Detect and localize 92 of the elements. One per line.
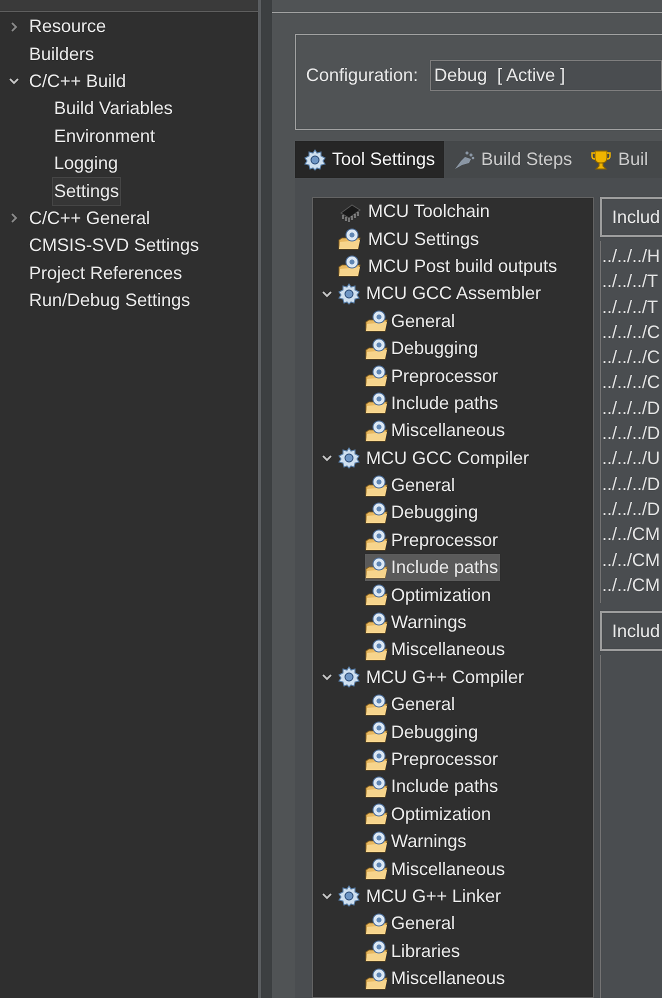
tree-item[interactable]: Debugging: [365, 335, 480, 362]
folder-gear-icon: [365, 748, 389, 770]
configuration-dropdown[interactable]: Debug [ Active ]: [430, 60, 662, 90]
tree-item[interactable]: MCU Toolchain: [367, 198, 491, 226]
folder-gear-icon: [365, 694, 389, 716]
sidebar-item[interactable]: Logging: [52, 149, 120, 178]
tree-item[interactable]: MCU Settings: [367, 226, 480, 253]
folder-gear-icon: [365, 502, 389, 524]
include-path[interactable]: ../../../D: [601, 420, 662, 446]
include-path[interactable]: ../../../D: [601, 470, 662, 496]
sidebar-item[interactable]: C/C++ General: [28, 204, 152, 232]
tree-item[interactable]: Warnings: [365, 609, 468, 636]
folder-gear-icon: [365, 556, 389, 579]
gear-icon: [338, 666, 360, 688]
trophy-icon: [590, 148, 612, 170]
configuration-label: Configuration:: [306, 64, 418, 87]
tree-item[interactable]: Include paths: [365, 390, 500, 417]
folder-gear-icon: [365, 912, 389, 935]
include-path[interactable]: ../../../D: [601, 496, 662, 522]
sidebar-item[interactable]: Builders: [28, 40, 96, 68]
tab[interactable]: Build Steps: [444, 141, 582, 178]
tree-item[interactable]: General: [365, 308, 458, 335]
folder-gear-icon: [365, 474, 389, 497]
include-paths-header: Includ: [600, 197, 662, 237]
sidebar-item[interactable]: C/C++ Build: [28, 68, 128, 95]
tree-item[interactable]: MCU G++ Linker: [365, 882, 502, 910]
folder-gear-icon: [338, 228, 362, 250]
folder-gear-icon: [365, 858, 389, 880]
tree-item[interactable]: Preprocessor: [365, 746, 500, 773]
tree-item[interactable]: Debugging: [365, 499, 480, 526]
folder-gear-icon: [365, 310, 389, 332]
folder-gear-icon: [365, 365, 389, 388]
gear-icon: [338, 447, 360, 470]
include-files-header: Includ: [600, 611, 662, 651]
folder-gear-icon: [365, 638, 389, 661]
folder-gear-icon: [365, 612, 389, 634]
gear-icon: [304, 148, 326, 170]
tree-item[interactable]: MCU GCC Compiler: [365, 444, 530, 472]
gear-icon: [338, 885, 360, 908]
include-path[interactable]: ../../../D: [601, 394, 662, 420]
tree-item[interactable]: MCU Post build outputs: [367, 252, 558, 280]
include-path[interactable]: ../../CM: [601, 521, 662, 547]
include-path[interactable]: ../../../C: [601, 318, 662, 344]
folder-gear-icon: [365, 420, 389, 442]
folder-gear-icon: [365, 721, 389, 744]
folder-gear-icon: [365, 529, 389, 552]
sidebar-item[interactable]: Run/Debug Settings: [28, 287, 192, 314]
sidebar-item[interactable]: Resource: [28, 13, 108, 40]
tree-item[interactable]: Miscellaneous: [365, 856, 508, 883]
tree-item[interactable]: Optimization: [365, 582, 494, 609]
include-path[interactable]: ../../../C: [601, 344, 662, 370]
folder-gear-icon: [365, 968, 389, 990]
tree-item[interactable]: Libraries: [365, 938, 462, 965]
tree-item[interactable]: Warnings: [365, 828, 468, 856]
folder-gear-icon: [365, 830, 389, 853]
folder-gear-icon: [365, 392, 389, 414]
folder-gear-icon: [365, 776, 389, 798]
tree-item[interactable]: Preprocessor: [365, 362, 500, 390]
tree-item[interactable]: Preprocessor: [365, 526, 500, 554]
include-path[interactable]: ../../../H: [601, 243, 662, 268]
tree-item[interactable]: Include paths: [365, 773, 500, 800]
tree-item[interactable]: MCU G++ Compiler: [365, 664, 526, 691]
include-path[interactable]: ../../../C: [601, 369, 662, 395]
sidebar-item[interactable]: Settings: [52, 176, 122, 206]
tree-item[interactable]: General: [365, 910, 458, 938]
tree-item[interactable]: Debugging: [365, 718, 480, 746]
sidebar-item[interactable]: Environment: [52, 122, 158, 151]
folder-gear-icon: [365, 584, 389, 606]
tree-item[interactable]: Miscellaneous: [365, 636, 508, 664]
include-path[interactable]: ../../CM: [601, 546, 662, 572]
tree-item[interactable]: MCU GCC Assembler: [365, 280, 542, 308]
sidebar-item[interactable]: CMSIS-SVD Settings: [28, 232, 200, 260]
include-path[interactable]: ../../../T: [601, 268, 662, 294]
gear-icon: [338, 282, 360, 305]
footprint-icon: [453, 148, 476, 170]
tab[interactable]: Tool Settings: [295, 141, 444, 178]
include-path[interactable]: ../../CM: [601, 572, 662, 598]
folder-gear-icon: [365, 940, 389, 962]
tree-item[interactable]: Optimization: [365, 800, 494, 828]
folder-gear-icon: [365, 338, 389, 360]
include-path[interactable]: ../../../U: [601, 445, 662, 471]
folder-gear-icon: [365, 803, 389, 826]
tree-item[interactable]: General: [365, 691, 458, 718]
tree-item[interactable]: Miscellaneous: [365, 965, 508, 992]
tree-item[interactable]: General: [365, 472, 458, 500]
tree-item[interactable]: Include paths: [365, 554, 500, 582]
tree-item[interactable]: Miscellaneous: [365, 417, 508, 444]
tab[interactable]: Buil: [581, 141, 658, 178]
sidebar-item[interactable]: Build Variables: [52, 94, 175, 124]
include-path[interactable]: ../../../T: [601, 294, 662, 319]
folder-gear-icon: [338, 255, 362, 278]
sidebar-item[interactable]: Project References: [28, 260, 184, 287]
